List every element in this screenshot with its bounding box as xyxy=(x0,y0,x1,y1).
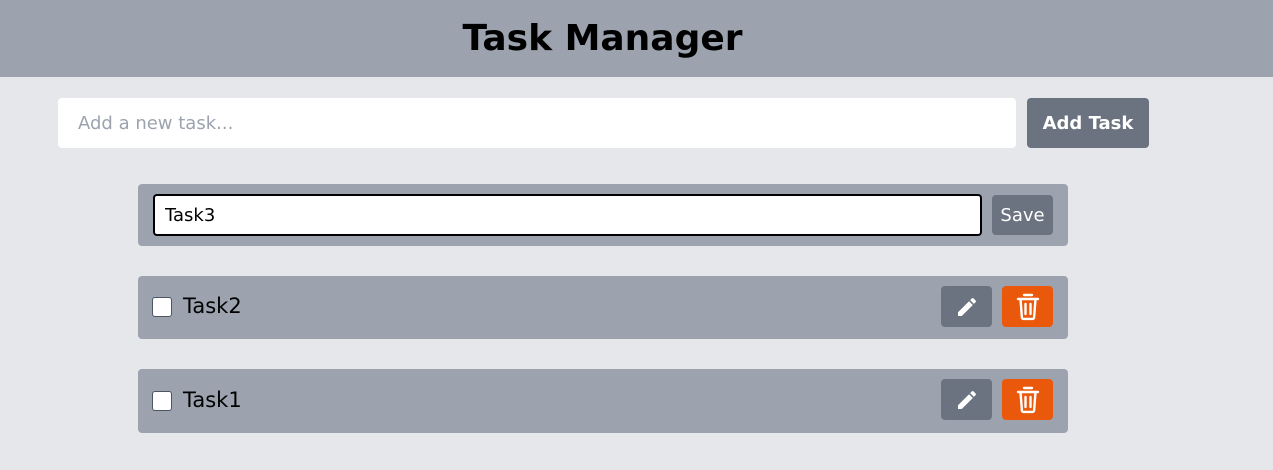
edit-task-input[interactable] xyxy=(153,194,982,236)
task-row: Task2 xyxy=(138,276,1068,339)
task-checkbox[interactable] xyxy=(152,391,172,411)
add-task-button[interactable]: Add Task xyxy=(1027,98,1149,148)
trash-icon xyxy=(1016,293,1039,320)
delete-task-button[interactable] xyxy=(1002,379,1053,420)
task-label: Task1 xyxy=(183,388,242,412)
pencil-icon xyxy=(957,297,976,316)
save-button[interactable]: Save xyxy=(992,195,1053,235)
trash-icon xyxy=(1016,386,1039,413)
task-label: Task2 xyxy=(183,294,242,318)
new-task-input[interactable] xyxy=(58,98,1016,148)
edit-task-button[interactable] xyxy=(941,286,992,327)
edit-task-button[interactable] xyxy=(941,379,992,420)
task-row: Task1 xyxy=(138,369,1068,433)
task-checkbox[interactable] xyxy=(152,297,172,317)
page-title: Task Manager xyxy=(462,18,743,59)
pencil-icon xyxy=(957,390,976,409)
delete-task-button[interactable] xyxy=(1002,286,1053,327)
app-header: Task Manager xyxy=(0,0,1273,77)
task-row-editing: Save xyxy=(138,184,1068,246)
